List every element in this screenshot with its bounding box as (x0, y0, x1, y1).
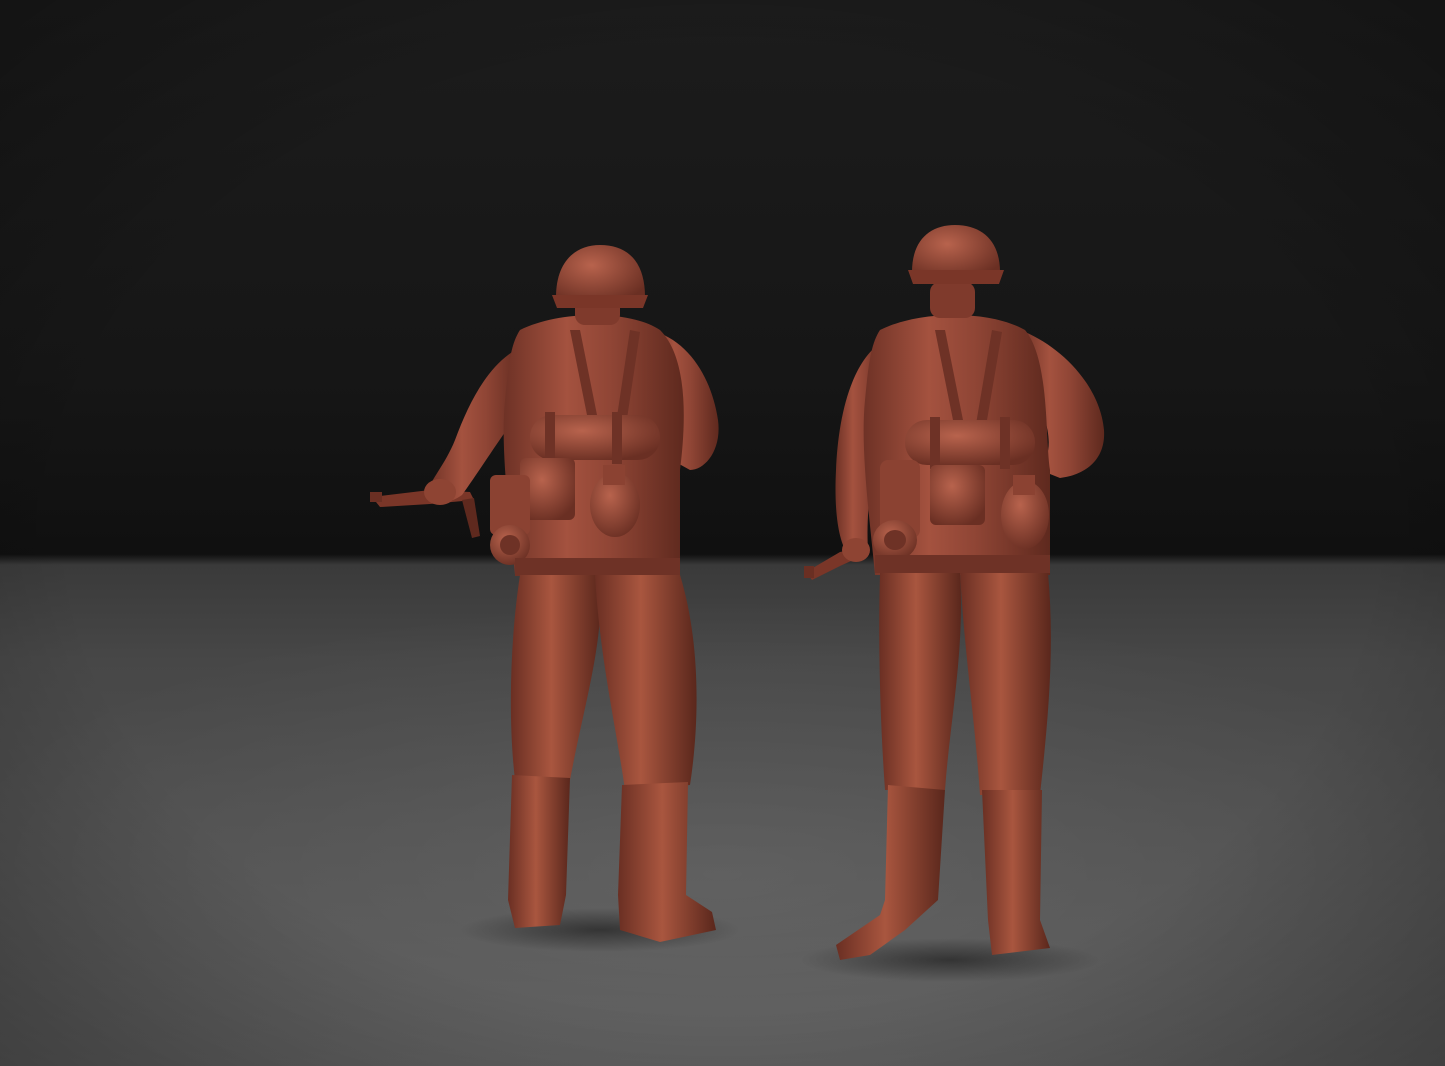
render-canvas (0, 0, 1445, 1066)
vignette (0, 0, 1445, 1066)
render-scene (0, 0, 1445, 1066)
